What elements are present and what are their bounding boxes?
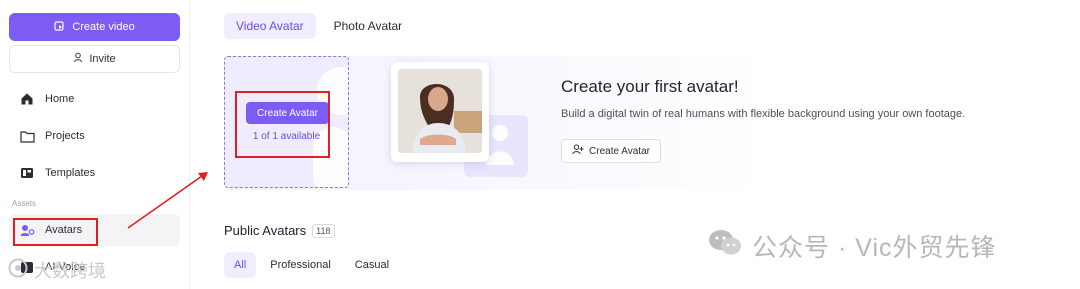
watermark-text: 公众号 · Vic外贸先锋 <box>752 234 997 262</box>
brand-logo-icon <box>8 258 28 283</box>
watermark: 公众号 · Vic外贸先锋 <box>708 228 997 264</box>
app-root: Create video Invite Home Projects Templa… <box>0 0 1080 289</box>
bottom-watermark: 大数跨境 <box>8 257 106 283</box>
bottom-watermark-text: 大数跨境 <box>34 261 106 281</box>
wechat-icon <box>708 229 742 264</box>
